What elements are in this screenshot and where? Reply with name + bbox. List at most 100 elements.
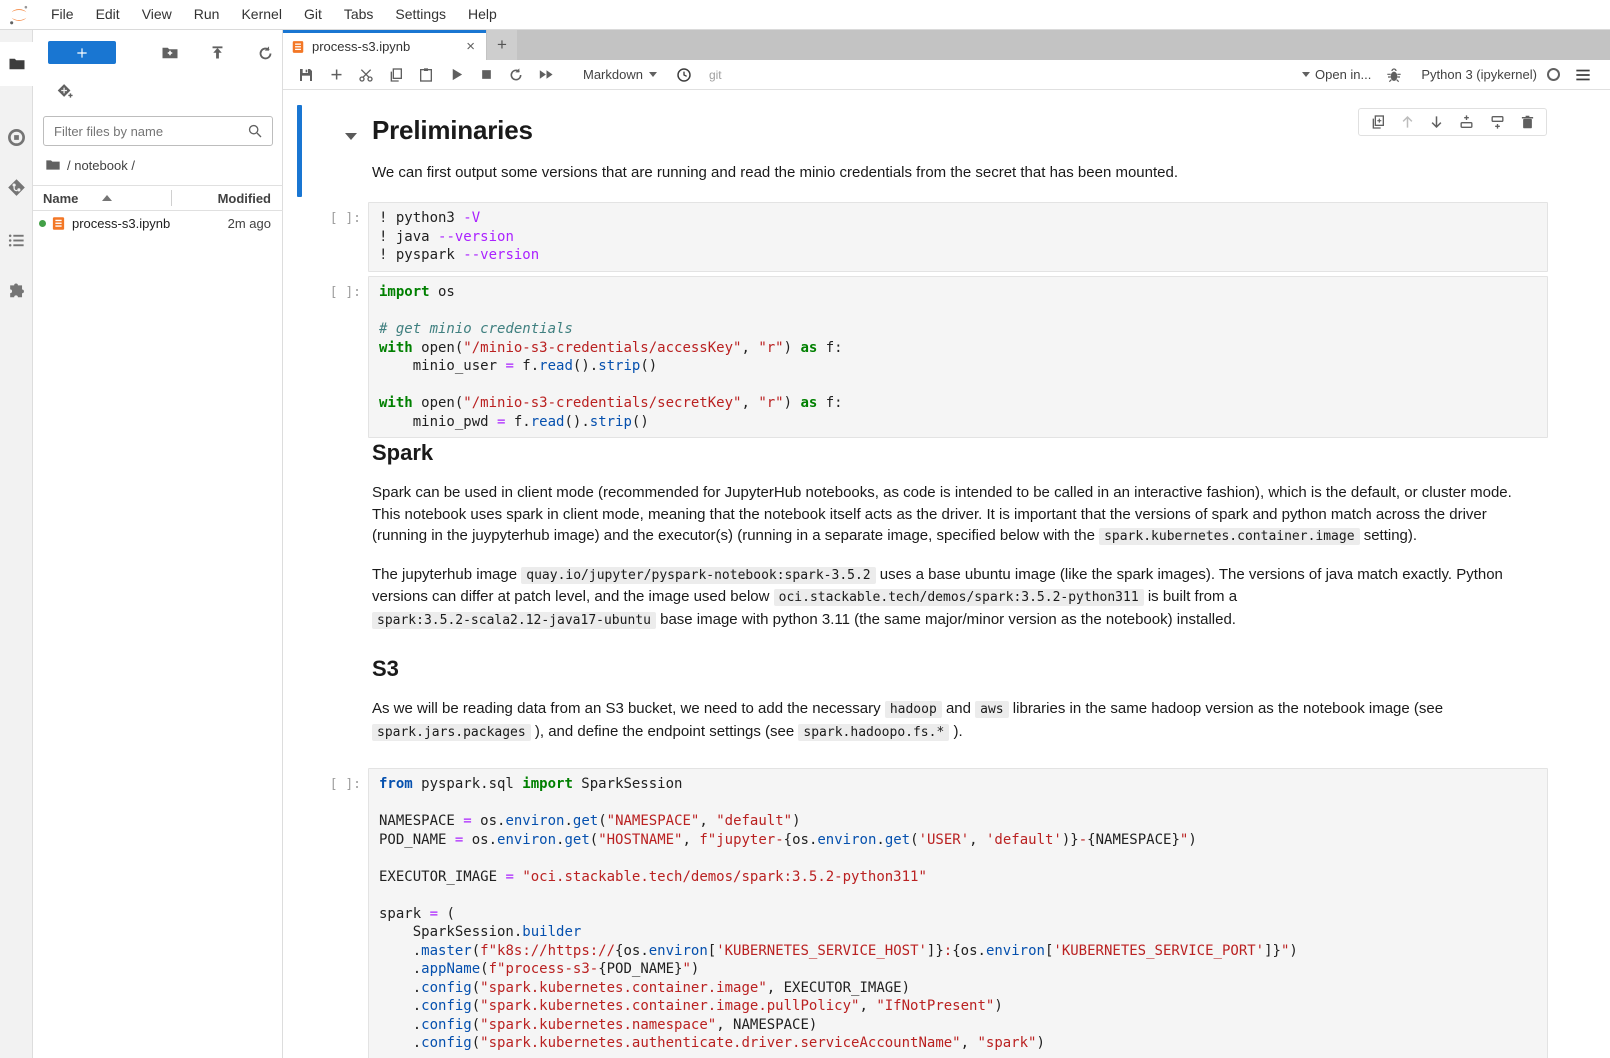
new-launcher-button[interactable] xyxy=(48,41,116,64)
menubar-item-git[interactable]: Git xyxy=(293,0,333,29)
menubar-item-edit[interactable]: Edit xyxy=(85,0,131,29)
upload-button[interactable] xyxy=(207,43,227,63)
menubar-item-view[interactable]: View xyxy=(131,0,183,29)
git-clone-icon xyxy=(57,82,74,99)
kernel-name-button[interactable]: Python 3 (ipykernel) xyxy=(1421,67,1537,82)
notebook-content: Preliminaries We can first output some v… xyxy=(283,90,1610,1058)
paste-cells-button[interactable] xyxy=(413,63,439,87)
sidebar-item-extension-manager[interactable] xyxy=(0,270,33,314)
column-header-name[interactable]: Name xyxy=(33,191,171,206)
markdown-cell-spark[interactable]: Spark Spark can be used in client mode (… xyxy=(283,440,1610,650)
paste-icon xyxy=(418,67,434,83)
list-icon xyxy=(7,231,26,250)
menubar-item-run[interactable]: Run xyxy=(183,0,231,29)
interrupt-kernel-button[interactable] xyxy=(473,63,499,87)
cell-type-dropdown[interactable]: Markdown xyxy=(577,64,663,85)
debugger-button[interactable] xyxy=(1381,63,1407,87)
tab-bar: process-s3.ipynb × + xyxy=(283,30,1610,60)
restart-kernel-button[interactable] xyxy=(503,63,529,87)
markdown-cell-s3[interactable]: S3 As we will be reading data from an S3… xyxy=(283,656,1610,761)
insert-cell-button[interactable] xyxy=(323,63,349,87)
plus-icon xyxy=(329,67,344,82)
file-browser-panel: / notebook / Name Modified process-s3.ip… xyxy=(33,30,283,1058)
cut-cells-button[interactable] xyxy=(353,63,379,87)
delete-cell-button[interactable] xyxy=(1520,114,1535,130)
move-cell-up-button[interactable] xyxy=(1400,114,1415,130)
menubar-item-tabs[interactable]: Tabs xyxy=(333,0,385,29)
new-folder-icon xyxy=(161,44,179,62)
stop-icon xyxy=(480,68,493,81)
file-row-process-s3[interactable]: process-s3.ipynb 2m ago xyxy=(33,211,283,236)
cell-toolbar xyxy=(1358,108,1547,136)
kernel-status-icon[interactable] xyxy=(1547,68,1560,81)
run-cell-button[interactable] xyxy=(443,63,469,87)
sidebar-item-running-sessions[interactable] xyxy=(0,115,33,159)
trash-icon xyxy=(1520,114,1535,130)
save-button[interactable] xyxy=(293,63,319,87)
cell-prompt: [ ]: xyxy=(283,777,361,792)
copy-cells-button[interactable] xyxy=(383,63,409,87)
file-modified: 2m ago xyxy=(228,216,283,231)
selected-cell-bar[interactable] xyxy=(297,105,302,197)
clock-icon xyxy=(676,67,692,83)
duplicate-cell-button[interactable] xyxy=(1370,114,1386,130)
file-name: process-s3.ipynb xyxy=(72,216,228,231)
sidebar-item-file-browser[interactable] xyxy=(0,42,33,86)
sidebar-icon-strip xyxy=(0,30,33,1058)
new-tab-button[interactable]: + xyxy=(487,30,517,60)
insert-cell-below-button[interactable] xyxy=(1489,114,1506,130)
markdown-paragraph: Spark can be used in client mode (recomm… xyxy=(372,482,1515,548)
menubar: File Edit View Run Kernel Git Tabs Setti… xyxy=(0,0,1610,30)
toolbar-overflow-menu-button[interactable] xyxy=(1570,63,1596,87)
copy-icon xyxy=(388,67,404,83)
breadcrumb[interactable]: / notebook / xyxy=(45,157,135,173)
plus-icon xyxy=(75,46,89,60)
section-title-s3: S3 xyxy=(372,656,1515,682)
tab-process-s3[interactable]: process-s3.ipynb × xyxy=(283,30,486,60)
git-icon xyxy=(7,178,26,197)
sidebar-item-git[interactable] xyxy=(0,165,33,209)
menubar-item-kernel[interactable]: Kernel xyxy=(230,0,292,29)
file-open-dot xyxy=(39,220,46,227)
save-icon xyxy=(298,67,314,83)
git-clone-button[interactable] xyxy=(57,82,77,102)
cell-type-value: Markdown xyxy=(583,67,643,82)
new-folder-button[interactable] xyxy=(160,43,180,63)
filter-files-box xyxy=(43,116,273,146)
code-editor[interactable]: from pyspark.sql import SparkSession NAM… xyxy=(368,768,1548,1058)
section-title-spark: Spark xyxy=(372,440,1515,466)
heading-collapser-icon[interactable] xyxy=(345,133,357,140)
main-area: process-s3.ipynb × + xyxy=(283,30,1610,1058)
running-icon xyxy=(7,128,26,147)
execution-time-button[interactable] xyxy=(671,63,697,87)
insert-above-icon xyxy=(1458,114,1475,130)
sidebar-item-table-of-contents[interactable] xyxy=(0,218,33,262)
breadcrumb-path[interactable]: / notebook / xyxy=(67,158,135,173)
menubar-item-help[interactable]: Help xyxy=(457,0,508,29)
menubar-item-settings[interactable]: Settings xyxy=(384,0,457,29)
chevron-down-icon xyxy=(1302,72,1310,77)
file-list-header: Name Modified xyxy=(33,185,283,211)
home-folder-icon xyxy=(45,157,61,173)
menubar-item-file[interactable]: File xyxy=(40,0,85,29)
arrow-down-icon xyxy=(1429,114,1444,130)
section-title-preliminaries: Preliminaries xyxy=(372,115,1515,146)
move-cell-down-button[interactable] xyxy=(1429,114,1444,130)
code-editor[interactable]: import os # get minio credentialswith op… xyxy=(368,276,1548,438)
tab-title: process-s3.ipynb xyxy=(312,39,456,54)
tab-close-icon[interactable]: × xyxy=(463,38,478,55)
refresh-files-button[interactable] xyxy=(255,43,275,63)
markdown-paragraph: As we will be reading data from an S3 bu… xyxy=(372,698,1515,743)
chevron-down-icon xyxy=(649,72,657,77)
insert-cell-above-button[interactable] xyxy=(1458,114,1475,130)
insert-below-icon xyxy=(1489,114,1506,130)
refresh-icon xyxy=(257,45,274,62)
column-header-modified[interactable]: Modified xyxy=(172,191,283,206)
restart-run-all-button[interactable] xyxy=(533,63,559,87)
open-in-dropdown[interactable]: Open in... xyxy=(1302,67,1371,82)
filter-files-input[interactable] xyxy=(44,124,247,139)
duplicate-icon xyxy=(1370,114,1386,130)
cell-prompt: [ ]: xyxy=(283,211,361,226)
code-editor[interactable]: ! python3 -V! java --version! pyspark --… xyxy=(368,202,1548,272)
hamburger-icon xyxy=(1575,68,1591,82)
